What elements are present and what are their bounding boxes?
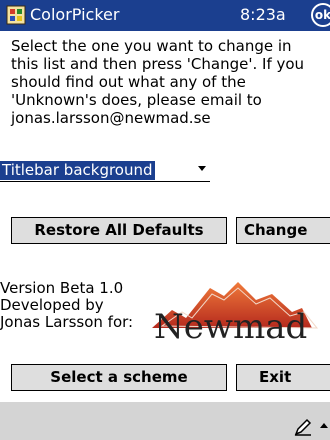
title-bar: ColorPicker 8:23a ok [0,0,330,31]
change-button[interactable]: Change [236,217,330,244]
ok-button[interactable]: ok [311,3,330,27]
clock[interactable]: 8:23a [240,5,286,24]
newmad-logo: Newmad [152,282,319,347]
version-line: Version Beta 1.0 [0,279,124,297]
logo-text: Newmad [154,307,307,347]
input-panel-bar [0,402,330,440]
developer-line: Developed by [0,296,104,314]
color-element-dropdown[interactable]: Titlebar background [0,161,210,182]
restore-defaults-button[interactable]: Restore All Defaults [11,217,227,244]
developer-name-line: Jonas Larsson for: [0,313,134,331]
exit-button[interactable]: Exit [236,364,330,391]
pen-icon[interactable] [293,417,313,437]
app-title: ColorPicker [30,5,120,24]
select-scheme-button[interactable]: Select a scheme [11,364,227,391]
version-info: Version Beta 1.0 Developed by Jonas Lars… [0,280,160,331]
colorpicker-app-icon [6,5,26,25]
up-arrow-icon[interactable] [318,418,330,436]
instructions-text: Select the one you want to change in thi… [11,37,305,127]
dropdown-selected-value: Titlebar background [0,161,155,180]
chevron-down-icon[interactable] [198,166,206,171]
